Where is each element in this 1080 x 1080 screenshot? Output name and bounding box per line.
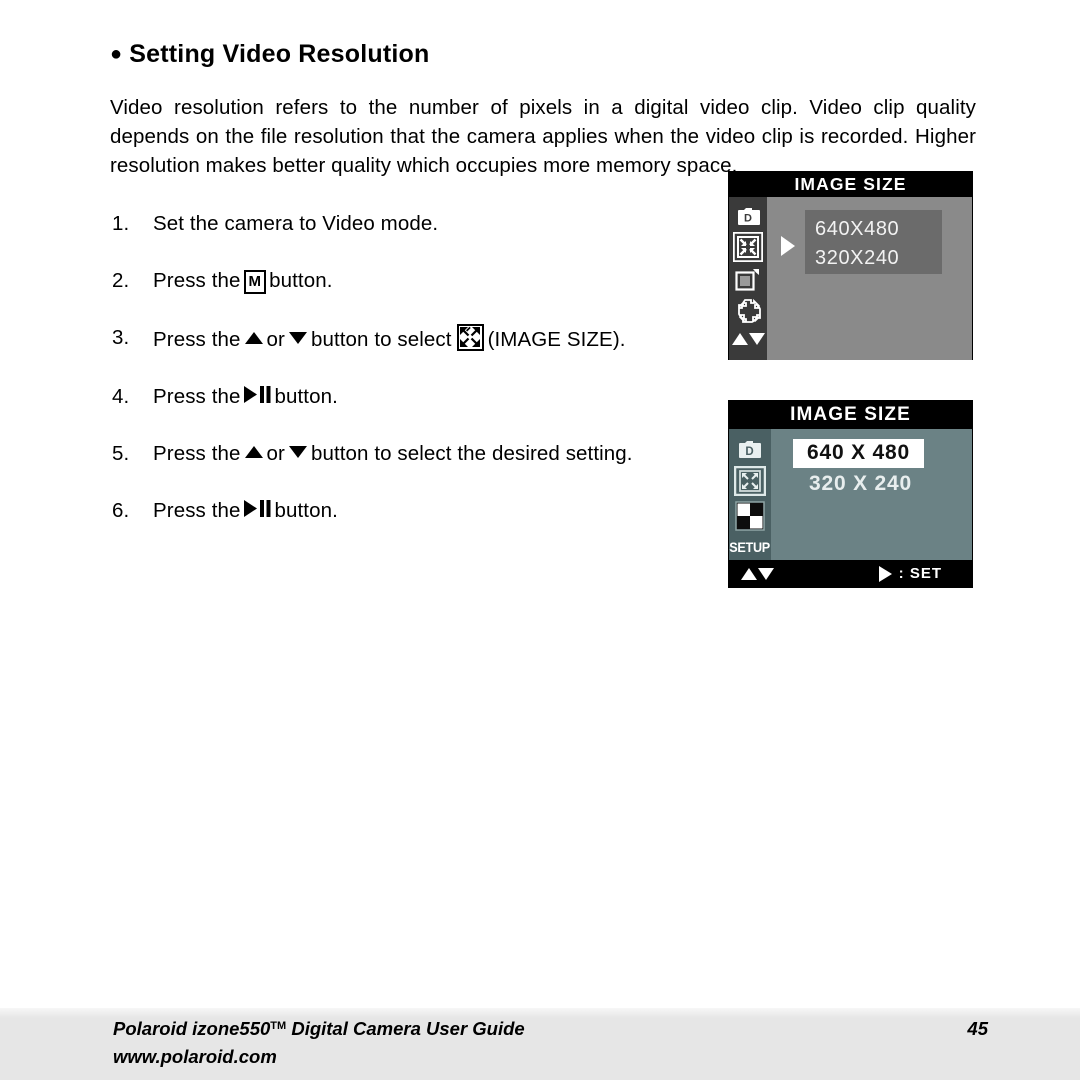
step-number: 2. bbox=[112, 269, 130, 292]
up-arrow-icon bbox=[244, 446, 263, 458]
svg-text:D: D bbox=[744, 213, 752, 225]
lcd1-option-640x480[interactable]: 640X480 bbox=[815, 215, 942, 244]
footer-website: www.polaroid.com bbox=[113, 1046, 277, 1067]
step-text: Press the or button to select the desired … bbox=[153, 440, 727, 468]
play-pause-button-icon bbox=[243, 385, 272, 404]
footer-page-number: 45 bbox=[967, 1018, 988, 1039]
svg-text:D: D bbox=[745, 446, 753, 458]
lcd1-title: IMAGE SIZE bbox=[729, 172, 972, 197]
quality-frame-icon bbox=[735, 267, 761, 293]
list-item: 4. Press the button. bbox=[112, 383, 727, 411]
intro-paragraph: Video resolution refers to the number of… bbox=[110, 95, 976, 177]
image-size-icon bbox=[456, 324, 484, 351]
step-text-after: button. bbox=[274, 499, 338, 522]
step-text-or: or bbox=[266, 328, 285, 351]
down-arrow-icon bbox=[758, 567, 774, 580]
play-pause-button-icon bbox=[243, 499, 272, 518]
lcd2-title: IMAGE SIZE bbox=[729, 401, 972, 429]
step-text-before: Press the bbox=[153, 328, 241, 351]
step-text-after: button. bbox=[269, 269, 333, 292]
lcd2-setup-label[interactable]: SETUP bbox=[730, 539, 771, 555]
step-text-or: or bbox=[266, 442, 285, 465]
lcd2-footer-bar: : SET bbox=[729, 560, 972, 587]
up-arrow-icon bbox=[244, 332, 263, 344]
step-text: Set the camera to Video mode. bbox=[153, 212, 439, 235]
image-size-icon bbox=[733, 232, 763, 262]
lcd1-icon-rail: D bbox=[729, 197, 767, 360]
document-page: ● Setting Video Resolution Video resoluti… bbox=[0, 0, 1080, 1080]
lcd2-option-320x240[interactable]: 320 X 240 bbox=[793, 468, 972, 496]
lcd2-set-hint: : SET bbox=[878, 565, 942, 582]
lcd1-option-320x240[interactable]: 320X240 bbox=[815, 244, 942, 273]
camera-lcd-screen-2: IMAGE SIZE D SETUP 640 X 480 320 X 240:… bbox=[728, 400, 973, 588]
step-text-before: Press the bbox=[153, 499, 241, 522]
right-arrow-icon bbox=[878, 565, 892, 582]
camera-d-icon: D bbox=[735, 205, 761, 227]
step-number: 5. bbox=[112, 442, 130, 465]
step-text-before: Press the bbox=[153, 269, 241, 292]
step-text: Press the button. bbox=[153, 497, 727, 525]
right-arrow-cursor-icon bbox=[781, 236, 795, 256]
lcd1-options-area: 640X480 320X240 bbox=[767, 197, 972, 360]
list-item: 6. Press the button. bbox=[112, 497, 727, 525]
up-down-arrow-icon bbox=[731, 333, 765, 345]
step-number: 6. bbox=[112, 499, 130, 522]
step-text: Press the button. bbox=[153, 383, 727, 411]
down-arrow-icon bbox=[288, 446, 307, 458]
up-down-arrow-icon bbox=[741, 567, 774, 580]
lcd2-options-area: 640 X 480 320 X 240 bbox=[771, 429, 972, 560]
list-item: 5. Press the or button to select the desir… bbox=[112, 440, 727, 468]
footer-guide-title-main: Polaroid izone550 bbox=[113, 1018, 271, 1039]
lcd1-option-box: 640X480 320X240 bbox=[805, 210, 942, 274]
footer-guide-title: Polaroid izone550TM Digital Camera User … bbox=[113, 1018, 525, 1040]
step-text-after: button. bbox=[274, 385, 338, 408]
step-text-after: button to select the desired setting. bbox=[310, 442, 633, 465]
steps-list: 1. Set the camera to Video mode. 2. Pres… bbox=[112, 210, 727, 554]
step-text-before: Press the bbox=[153, 442, 241, 465]
footer-guide-title-rest: Digital Camera User Guide bbox=[286, 1018, 525, 1039]
image-size-icon bbox=[734, 466, 766, 496]
checkerboard-quality-icon bbox=[735, 501, 765, 531]
step-text-after: (IMAGE SIZE). bbox=[487, 328, 626, 351]
trademark-symbol: TM bbox=[270, 1020, 287, 1032]
step-text-before: Press the bbox=[153, 385, 241, 408]
mode-m-button-icon: M bbox=[243, 270, 267, 294]
sharpness-icon bbox=[734, 298, 762, 326]
up-arrow-icon bbox=[741, 567, 757, 580]
step-number: 1. bbox=[112, 212, 130, 235]
lcd1-body: D 640X480 320X240 bbox=[729, 197, 972, 360]
camera-lcd-screen-1: IMAGE SIZE D 640X480 320X240 bbox=[728, 171, 973, 360]
camera-d-icon: D bbox=[736, 437, 764, 461]
up-arrow-icon bbox=[731, 333, 748, 345]
step-text-mid: button to select bbox=[310, 328, 452, 351]
lcd2-icon-rail: D SETUP bbox=[729, 429, 771, 560]
lcd2-body: D SETUP 640 X 480 320 X 240 bbox=[729, 429, 972, 560]
lcd2-set-label: : SET bbox=[898, 565, 942, 582]
step-number: 4. bbox=[112, 385, 130, 408]
down-arrow-icon bbox=[748, 333, 765, 345]
down-arrow-icon bbox=[288, 332, 307, 344]
page-title: ● Setting Video Resolution bbox=[110, 40, 429, 69]
step-number: 3. bbox=[112, 326, 130, 349]
bullet-dot-icon: ● bbox=[110, 43, 123, 65]
page-title-text: Setting Video Resolution bbox=[129, 40, 430, 68]
step-text: Press the or button to select (IMAGE SIZE). bbox=[153, 324, 727, 354]
step-text: Press the Mbutton. bbox=[153, 267, 727, 295]
lcd2-option-640x480[interactable]: 640 X 480 bbox=[793, 439, 924, 468]
list-item: 1. Set the camera to Video mode. bbox=[112, 210, 727, 238]
list-item: 2. Press the Mbutton. bbox=[112, 267, 727, 295]
list-item: 3. Press the or button to select (IMAGE SIZ… bbox=[112, 324, 727, 354]
lcd2-option-640x480-wrap: 640 X 480 bbox=[793, 439, 972, 468]
